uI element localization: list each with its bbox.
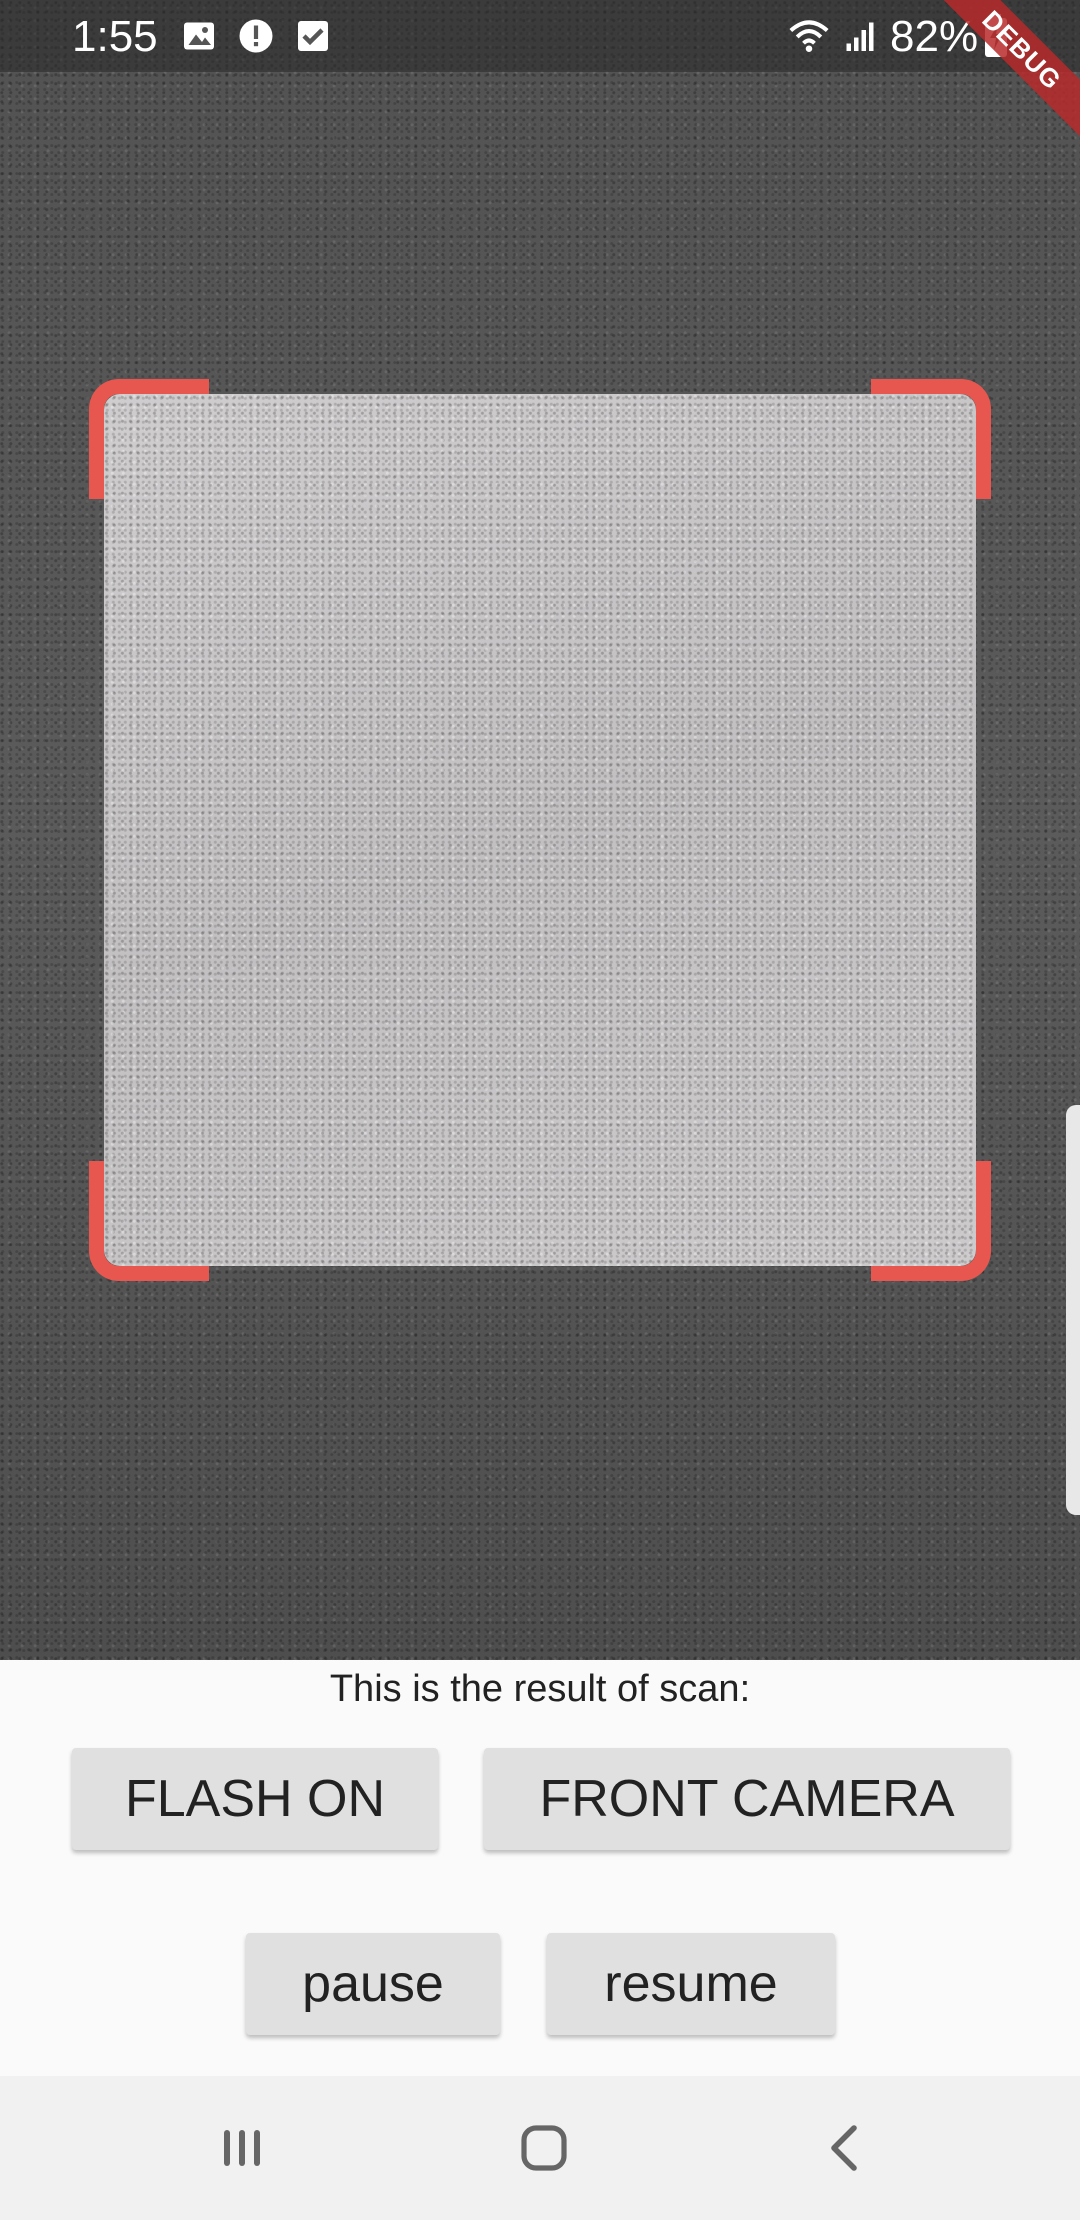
qr-scanner-screen: 1:55 82% DEBUG This is the result of sca… <box>0 0 1080 2220</box>
scan-result-text: This is the result of scan: <box>329 1668 751 1710</box>
checkbox-icon <box>298 21 328 51</box>
signal-icon <box>846 22 874 51</box>
back-icon[interactable] <box>816 2118 876 2178</box>
control-panel <box>0 1660 1080 2076</box>
front-camera-button[interactable]: FRONT CAMERA <box>484 1748 1010 1850</box>
flash-on-button[interactable]: FLASH ON <box>72 1748 438 1850</box>
status-bar: 1:55 82% <box>0 0 1080 72</box>
image-icon <box>184 22 214 50</box>
home-icon[interactable] <box>514 2118 574 2178</box>
scan-corner-top-left <box>89 379 209 499</box>
recents-icon[interactable] <box>212 2118 272 2178</box>
edge-panel-handle[interactable] <box>1066 1105 1080 1515</box>
pause-button[interactable]: pause <box>246 1933 500 2035</box>
scan-corner-bottom-left <box>89 1161 209 1281</box>
resume-button[interactable]: resume <box>547 1933 835 2035</box>
scan-area <box>104 394 976 1266</box>
status-time: 1:55 <box>72 12 158 61</box>
scan-corner-bottom-right <box>871 1161 991 1281</box>
wifi-icon <box>789 20 829 53</box>
scan-corner-top-right <box>871 379 991 499</box>
alert-icon <box>239 19 273 53</box>
